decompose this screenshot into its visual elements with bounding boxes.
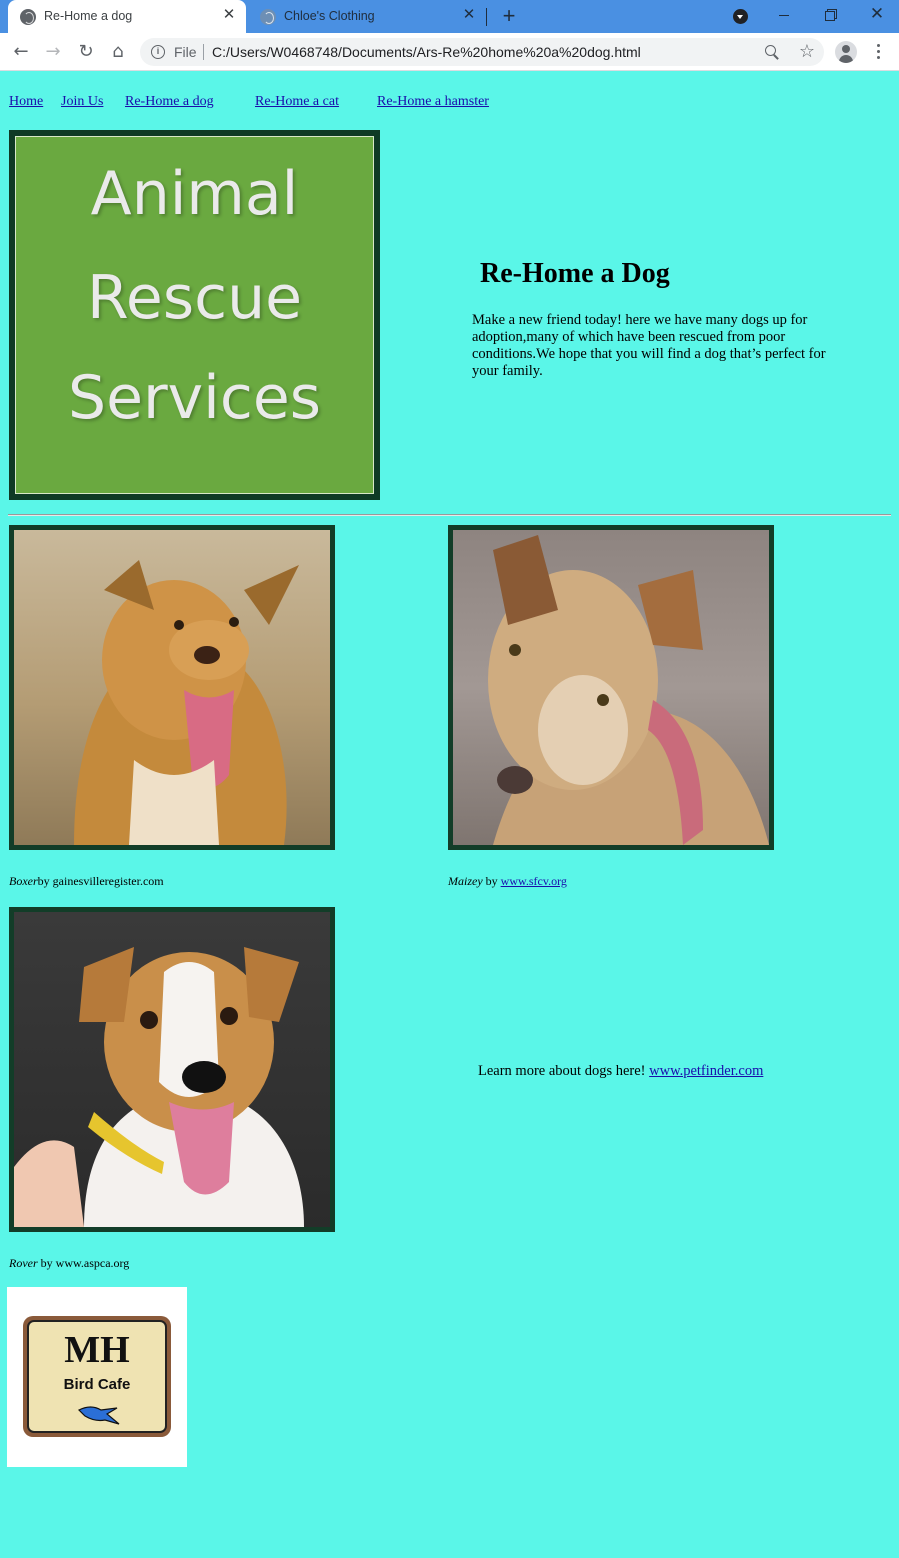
maizey-dog-photo (448, 525, 774, 850)
forward-arrow-icon[interactable]: → (42, 41, 64, 63)
tab-re-home-a-dog[interactable]: Re-Home a dog ✕ (8, 0, 246, 33)
rover-dog-photo (9, 907, 335, 1232)
maizey-dog-illustration (488, 535, 769, 845)
rover-caption: Rover by www.aspca.org (9, 1256, 129, 1271)
intro-paragraph: Make a new friend today! here we have ma… (472, 312, 826, 379)
close-tab-icon[interactable]: ✕ (220, 6, 238, 24)
globe-icon (20, 9, 36, 25)
cafe-badge: MH Bird Cafe (23, 1316, 171, 1437)
tab-separator (486, 8, 487, 26)
cafe-initials: MH (64, 1329, 130, 1371)
nav-link-re-home-cat[interactable]: Re-Home a cat (255, 94, 339, 110)
nav-link-re-home-dog[interactable]: Re-Home a dog (125, 94, 214, 110)
address-bar[interactable]: i File C:/Users/W0468748/Documents/Ars-R… (140, 38, 824, 66)
bookmark-star-icon[interactable]: ☆ (799, 41, 815, 62)
logo-line-services: Services (67, 363, 321, 433)
restore-window-icon[interactable] (815, 4, 845, 26)
sfcv-link[interactable]: www.sfcv.org (501, 874, 567, 888)
tab-title: Re-Home a dog (44, 9, 133, 23)
boxer-caption: Boxerby gainesvilleregister.com (9, 874, 164, 889)
rover-dog-illustration (14, 947, 304, 1227)
nav-link-re-home-hamster[interactable]: Re-Home a hamster (377, 94, 489, 110)
scheme-label: File (174, 44, 197, 60)
globe-icon (260, 9, 276, 25)
learn-more-label: Learn more about dogs here! (478, 1063, 650, 1079)
nav-link-join-us[interactable]: Join Us (61, 94, 103, 110)
back-arrow-icon[interactable]: ← (10, 41, 32, 63)
credit-text: by gainesvilleregister.com (37, 874, 164, 888)
dog-name: Rover (9, 1256, 38, 1270)
more-menu-icon[interactable] (870, 44, 886, 60)
reload-icon[interactable]: ↻ (75, 41, 97, 63)
url-divider (203, 44, 204, 60)
tab-title: Chloe's Clothing (284, 9, 375, 23)
animal-rescue-logo: Animal Rescue Services (9, 130, 380, 500)
new-tab-plus-icon[interactable]: + (498, 5, 520, 28)
dog-name: Maizey (448, 874, 483, 888)
boxer-dog-photo (9, 525, 335, 850)
close-window-icon[interactable]: ✕ (862, 4, 892, 26)
maizey-caption: Maizey by www.sfcv.org (448, 874, 567, 889)
dog-name: Boxer (9, 874, 38, 888)
home-icon[interactable]: ⌂ (107, 41, 129, 63)
minimize-window-icon[interactable] (769, 4, 799, 26)
browser-tab-bar: Re-Home a dog ✕ Chloe's Clothing ✕ + ✕ (0, 0, 899, 33)
info-icon[interactable]: i (151, 45, 165, 59)
tab-search-dropdown-icon[interactable] (733, 9, 748, 24)
horizontal-rule (8, 514, 891, 516)
browser-toolbar: ← → ↻ ⌂ i File C:/Users/W0468748/Documen… (0, 33, 899, 71)
credit-text: by (482, 874, 501, 888)
cafe-name: Bird Cafe (63, 1376, 131, 1393)
nav-link-home[interactable]: Home (9, 94, 43, 110)
boxer-dog-illustration (74, 560, 299, 845)
url-text[interactable]: C:/Users/W0468748/Documents/Ars-Re%20hom… (212, 44, 641, 60)
profile-avatar-icon[interactable] (835, 41, 857, 63)
credit-text: by www.aspca.org (37, 1256, 130, 1270)
mh-bird-cafe-logo: MH Bird Cafe (7, 1287, 187, 1467)
tab-chloes-clothing[interactable]: Chloe's Clothing ✕ (248, 0, 486, 33)
zoom-magnifier-icon[interactable] (764, 44, 780, 60)
learn-more-text: Learn more about dogs here! www.petfinde… (478, 1063, 763, 1080)
logo-line-animal: Animal (90, 159, 299, 229)
blue-bird-icon (77, 1406, 120, 1425)
logo-line-rescue: Rescue (86, 263, 303, 333)
page-heading: Re-Home a Dog (480, 258, 670, 289)
close-tab-icon[interactable]: ✕ (460, 6, 478, 24)
petfinder-link[interactable]: www.petfinder.com (649, 1063, 763, 1079)
